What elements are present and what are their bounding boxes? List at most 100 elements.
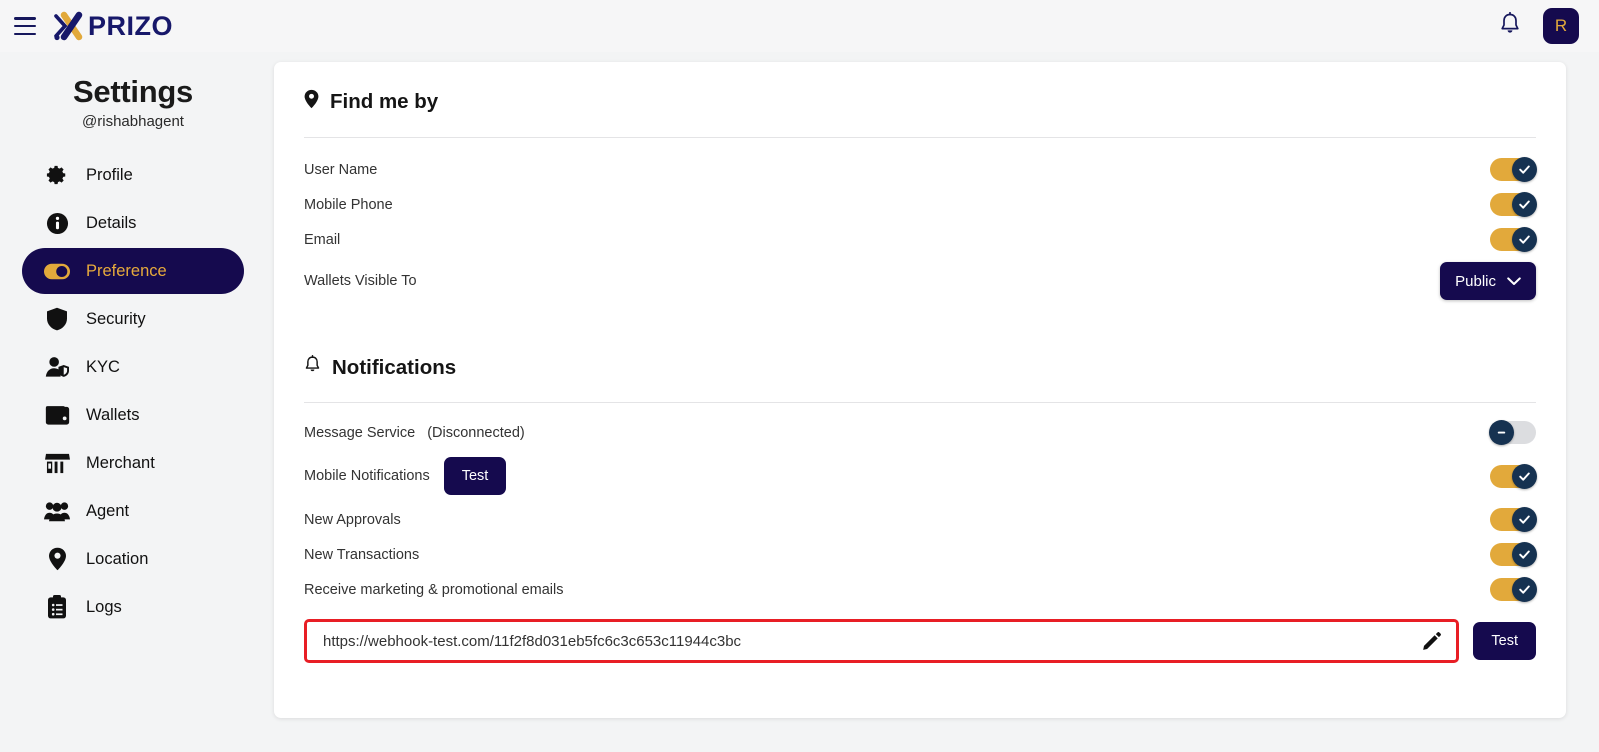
map-pin-icon (304, 89, 319, 115)
user-handle: @rishabhagent (82, 113, 184, 130)
hamburger-icon[interactable] (14, 17, 36, 35)
sidebar-item-details[interactable]: Details (22, 200, 244, 246)
webhook-test-button[interactable]: Test (1473, 622, 1536, 660)
sidebar-item-label: Details (86, 213, 137, 232)
row-email: Email (304, 222, 1537, 257)
row-user-name: User Name (304, 152, 1537, 187)
row-label: User Name (304, 161, 378, 178)
row-marketing-emails: Receive marketing & promotional emails (304, 572, 1537, 607)
check-icon (1519, 200, 1530, 209)
row-message-service: Message Service (Disconnected) (304, 415, 1536, 450)
wallets-visibility-dropdown[interactable]: Public (1440, 262, 1536, 300)
sidebar-item-location[interactable]: Location (22, 536, 244, 582)
sidebar-item-security[interactable]: Security (22, 296, 244, 342)
dropdown-value: Public (1455, 272, 1496, 290)
row-label: Message Service (304, 424, 416, 441)
toggle-knob (1512, 157, 1537, 182)
sidebar-item-agent[interactable]: Agent (22, 488, 244, 534)
sidebar-item-label: Logs (86, 597, 122, 616)
avatar-initial: R (1554, 16, 1568, 35)
check-icon (1519, 550, 1530, 559)
page-title: Settings (73, 74, 193, 109)
sidebar-item-label: Security (86, 309, 146, 328)
sidebar-item-label: Location (86, 549, 149, 568)
webhook-row: https://webhook-test.com/11f2f8d031eb5fc… (304, 619, 1536, 663)
section-divider (304, 402, 1536, 403)
settings-card: Find me by User Name Mobile Phone Email … (274, 62, 1566, 718)
toggle-user-name[interactable] (1490, 157, 1537, 182)
check-icon (1519, 585, 1530, 594)
store-icon (44, 450, 70, 476)
section-title: Notifications (332, 355, 457, 379)
top-bar-actions: R (1499, 8, 1579, 44)
row-new-transactions: New Transactions (304, 537, 1537, 572)
toggle-knob (1489, 420, 1514, 445)
sidebar-item-kyc[interactable]: KYC (22, 344, 244, 390)
bell-icon[interactable] (1499, 11, 1521, 41)
check-icon (1519, 515, 1530, 524)
people-icon (44, 498, 70, 524)
main-content: Find me by User Name Mobile Phone Email … (266, 52, 1599, 752)
toggle-mobile-notifications[interactable] (1490, 463, 1537, 489)
row-label: Receive marketing & promotional emails (304, 581, 564, 598)
toggle-knob (1512, 227, 1537, 252)
row-label: Mobile Phone (304, 196, 393, 213)
sidebar-item-label: Agent (86, 501, 130, 520)
prizo-x-icon (54, 11, 83, 41)
toggle-icon (44, 258, 70, 284)
pencil-icon[interactable] (1422, 631, 1442, 651)
sidebar-item-logs[interactable]: Logs (22, 584, 244, 630)
row-label: New Approvals (304, 511, 401, 528)
sidebar-item-profile[interactable]: Profile (22, 152, 244, 198)
toggle-knob (1512, 577, 1537, 602)
sidebar-item-label: KYC (86, 357, 120, 376)
webhook-url-value: https://webhook-test.com/11f2f8d031eb5fc… (323, 632, 742, 650)
toggle-email[interactable] (1490, 227, 1537, 252)
check-icon (1519, 472, 1530, 481)
chevron-down-icon (1507, 273, 1521, 290)
sidebar-item-label: Profile (86, 165, 133, 184)
sidebar-item-merchant[interactable]: Merchant (22, 440, 244, 486)
toggle-new-transactions[interactable] (1490, 542, 1537, 567)
row-label: Wallets Visible To (304, 273, 417, 289)
user-shield-icon (44, 354, 70, 380)
gear-icon (44, 162, 70, 188)
row-mobile-notifications: Mobile Notifications Test (304, 450, 1537, 502)
section-divider (304, 137, 1536, 138)
app-logo[interactable]: PRIZO (52, 11, 173, 41)
clipboard-icon (44, 594, 70, 620)
sidebar-item-label: Wallets (86, 405, 140, 424)
sidebar-item-label: Merchant (86, 453, 155, 472)
shield-icon (44, 306, 70, 332)
toggle-knob (1512, 463, 1537, 489)
sidebar-item-wallets[interactable]: Wallets (22, 392, 244, 438)
section-title: Find me by (330, 90, 439, 113)
toggle-knob (1512, 542, 1537, 567)
avatar[interactable]: R (1543, 8, 1579, 44)
sidebar-item-preference[interactable]: Preference (22, 248, 244, 294)
row-label: New Transactions (304, 546, 420, 563)
bell-icon (304, 355, 321, 380)
message-service-status: (Disconnected) (427, 424, 525, 441)
toggle-message-service[interactable] (1489, 420, 1536, 445)
map-pin-icon (44, 546, 70, 572)
toggle-marketing-emails[interactable] (1490, 577, 1537, 602)
row-wallets-visible-to: Wallets Visible To Public (304, 257, 1536, 305)
sidebar-item-label: Preference (86, 261, 167, 280)
row-label: Email (304, 231, 341, 248)
toggle-new-approvals[interactable] (1490, 507, 1537, 532)
info-icon (44, 210, 70, 236)
minus-icon (1497, 431, 1506, 434)
webhook-url-field[interactable]: https://webhook-test.com/11f2f8d031eb5fc… (304, 619, 1460, 663)
logo-text: PRIZO (88, 10, 174, 41)
wallet-icon (44, 402, 70, 428)
mobile-notifications-test-button[interactable]: Test (443, 457, 507, 495)
check-icon (1519, 165, 1530, 174)
row-new-approvals: New Approvals (304, 502, 1537, 537)
toggle-knob (1512, 507, 1537, 532)
toggle-mobile-phone[interactable] (1490, 192, 1537, 217)
toggle-knob (1512, 192, 1537, 217)
check-icon (1519, 235, 1530, 244)
find-me-by-heading: Find me by (304, 89, 1536, 115)
sidebar: Settings @rishabhagent Profile Details P… (0, 52, 266, 752)
